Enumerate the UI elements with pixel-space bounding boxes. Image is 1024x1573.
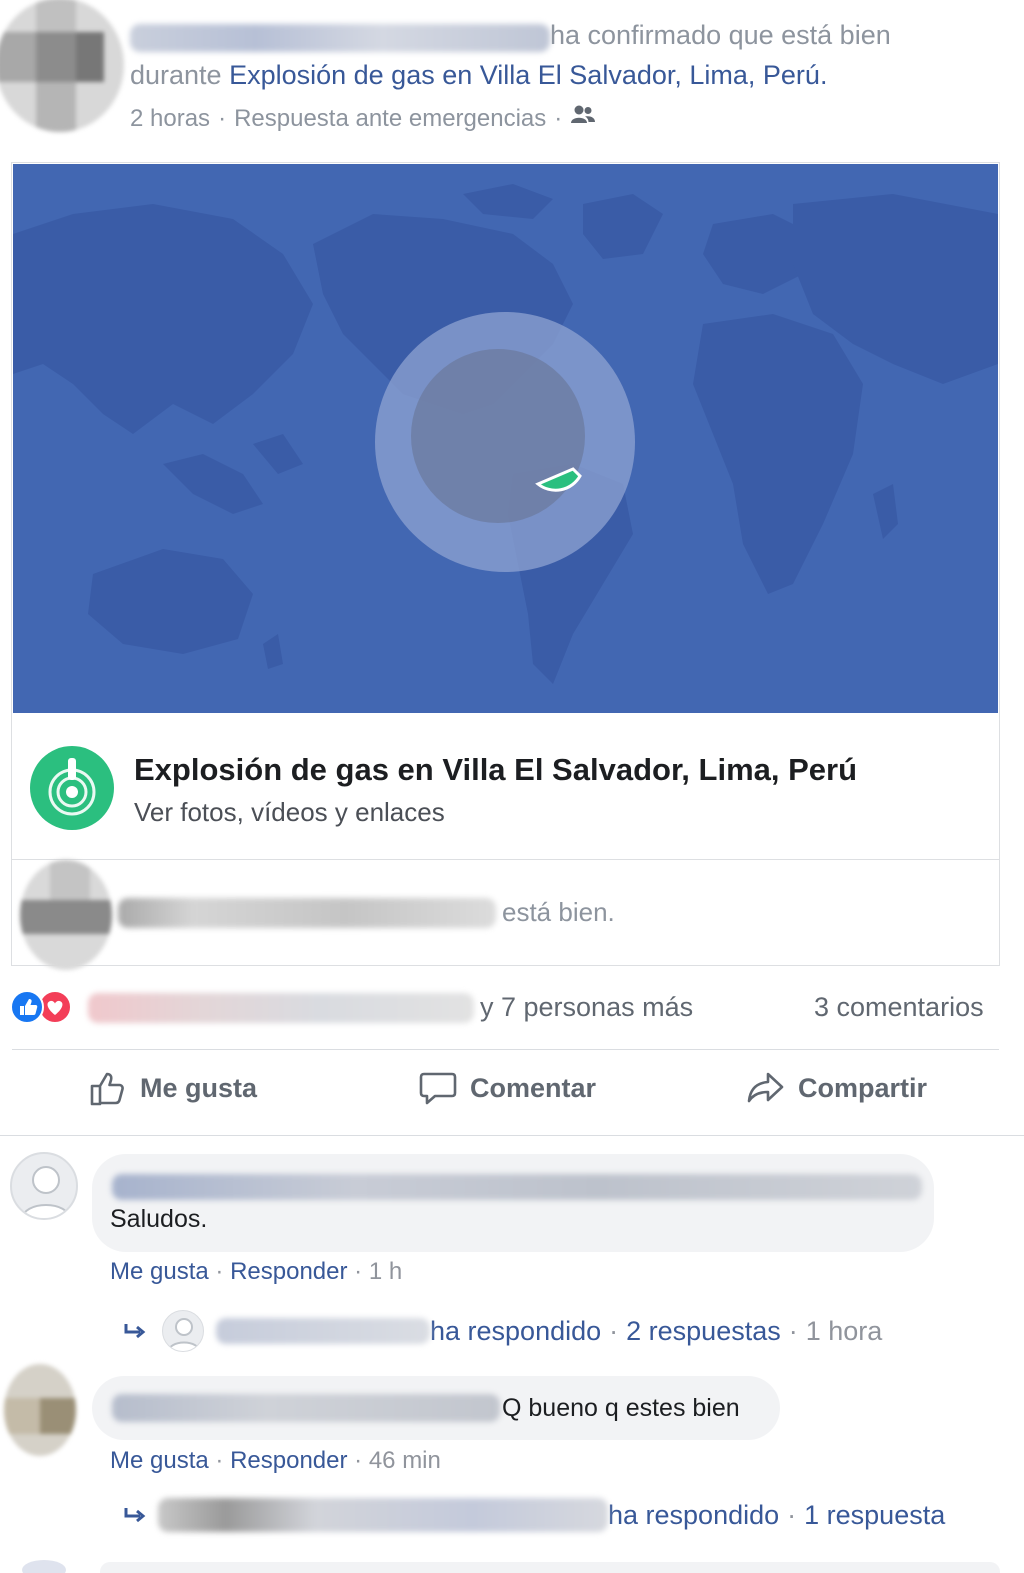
divider	[0, 1135, 1024, 1136]
share-arrow-icon	[747, 1072, 784, 1103]
commenter-avatar[interactable]	[4, 1364, 76, 1456]
replies-count[interactable]: 1 respuesta	[804, 1500, 945, 1531]
crisis-response-icon[interactable]	[30, 746, 114, 830]
comment-actions: Me gusta · Responder · 46 min	[110, 1447, 441, 1475]
comment-text: Q bueno q estes bien	[502, 1394, 740, 1422]
comment-bubble-icon	[419, 1072, 457, 1105]
author-avatar[interactable]	[0, 0, 124, 132]
friends-icon[interactable]	[570, 104, 596, 133]
like-label: Me gusta	[140, 1072, 258, 1103]
replies-link[interactable]: ha respondido · 2 respuestas · 1 hora	[120, 1310, 882, 1352]
during-prefix: durante	[130, 60, 230, 90]
next-comment-partial	[22, 1560, 66, 1573]
comment-time[interactable]: 46 min	[369, 1447, 441, 1474]
comment-actions: Me gusta · Responder · 1 h	[110, 1258, 402, 1286]
sep: ·	[215, 1258, 224, 1285]
status-text: ha confirmado que está bien	[550, 20, 891, 50]
reply-time: 1 hora	[805, 1315, 883, 1346]
like-button[interactable]: Me gusta	[88, 1068, 257, 1108]
post-meta: 2 horas · Respuesta ante emergencias ·	[130, 104, 596, 133]
comment-reply-link[interactable]: Responder	[230, 1447, 347, 1474]
replied-text[interactable]: ha respondido	[430, 1316, 601, 1347]
comment-button[interactable]: Comentar	[418, 1068, 596, 1108]
replier-name-redacted[interactable]	[216, 1318, 430, 1344]
share-button[interactable]: Compartir	[746, 1068, 927, 1108]
reactions-summary[interactable]	[10, 990, 72, 1024]
author-name-redacted[interactable]	[130, 24, 550, 52]
meta-sep: ·	[218, 104, 227, 132]
event-title[interactable]: Explosión de gas en Villa El Salvador, L…	[134, 752, 857, 788]
sep: ·	[215, 1447, 224, 1474]
share-label: Compartir	[798, 1072, 928, 1103]
reply-avatar	[162, 1310, 204, 1352]
next-comment-bubble-partial	[100, 1562, 1000, 1573]
thumbs-up-icon	[90, 1072, 124, 1106]
commenter-avatar[interactable]	[10, 1152, 78, 1220]
sep: ·	[354, 1258, 363, 1285]
friend-name-redacted[interactable]	[118, 898, 496, 928]
safe-text: está bien.	[502, 897, 615, 927]
comment-bubble	[92, 1154, 934, 1252]
period: .	[819, 60, 828, 90]
event-line: durante Explosión de gas en Villa El Sal…	[130, 60, 827, 91]
replier-redacted[interactable]	[158, 1498, 608, 1532]
comment-label: Comentar	[470, 1072, 597, 1103]
post-category[interactable]: Respuesta ante emergencias	[234, 105, 546, 133]
world-map[interactable]	[13, 164, 998, 713]
event-subtitle[interactable]: Ver fotos, vídeos y enlaces	[134, 797, 445, 828]
comment-text: Saludos.	[110, 1205, 208, 1233]
comment-like-link[interactable]: Me gusta	[110, 1447, 209, 1474]
reactors-redacted[interactable]	[88, 993, 474, 1023]
divider	[12, 1049, 999, 1050]
reply-arrow-icon	[124, 1324, 146, 1339]
comment-reply-link[interactable]: Responder	[230, 1258, 347, 1285]
others-count[interactable]: y 7 personas más	[480, 992, 693, 1023]
sep: ·	[788, 1315, 798, 1346]
event-link[interactable]: Explosión de gas en Villa El Salvador, L…	[229, 60, 820, 90]
sep: ·	[354, 1447, 363, 1474]
commenter-name-redacted[interactable]	[112, 1394, 500, 1422]
replies-count[interactable]: 2 respuestas	[626, 1316, 781, 1347]
world-map-graphic	[13, 164, 998, 713]
meta-sep: ·	[554, 104, 563, 132]
sep: ·	[787, 1499, 797, 1530]
like-reaction-icon	[10, 990, 44, 1024]
reply-arrow-icon	[124, 1508, 146, 1523]
sep: ·	[609, 1315, 619, 1346]
post-time[interactable]: 2 horas	[130, 105, 210, 133]
replies-link[interactable]: ha respondido · 1 respuesta	[120, 1498, 945, 1532]
comments-count[interactable]: 3 comentarios	[814, 992, 984, 1023]
comment-like-link[interactable]: Me gusta	[110, 1258, 209, 1285]
commenter-name-redacted[interactable]	[112, 1174, 922, 1200]
comment-time[interactable]: 1 h	[369, 1258, 402, 1285]
replied-text[interactable]: ha respondido	[608, 1500, 779, 1531]
friend-avatar[interactable]	[20, 860, 112, 970]
